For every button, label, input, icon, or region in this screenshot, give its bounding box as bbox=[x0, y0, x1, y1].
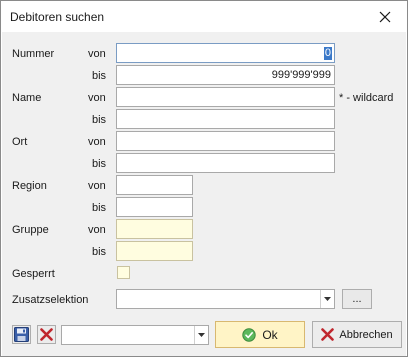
nummer-von-input[interactable]: 0 bbox=[116, 43, 335, 63]
ort-bis-input[interactable] bbox=[116, 153, 335, 173]
region-von-input[interactable] bbox=[116, 175, 193, 195]
label-ort-bis: bis bbox=[92, 158, 107, 170]
gruppe-von-input[interactable] bbox=[116, 219, 193, 239]
close-button[interactable] bbox=[363, 1, 407, 32]
region-bis-input[interactable] bbox=[116, 197, 193, 217]
wildcard-hint: * - wildcard bbox=[339, 92, 394, 104]
label-gruppe-bis: bis bbox=[92, 246, 107, 258]
bottom-combo[interactable] bbox=[61, 325, 209, 345]
label-region-bis: bis bbox=[92, 202, 107, 214]
label-zusatzselektion: Zusatzselektion bbox=[12, 294, 89, 306]
delete-icon bbox=[40, 328, 53, 341]
cancel-x-icon bbox=[321, 328, 335, 341]
name-bis-input[interactable] bbox=[116, 109, 335, 129]
label-nummer: Nummer bbox=[12, 48, 55, 60]
label-name-von: von bbox=[88, 92, 106, 104]
gruppe-bis-input[interactable] bbox=[116, 241, 193, 261]
nummer-bis-input[interactable] bbox=[116, 65, 335, 85]
dropdown-arrow-icon bbox=[198, 333, 205, 337]
label-ort-von: von bbox=[88, 136, 106, 148]
label-gesperrt: Gesperrt bbox=[12, 268, 55, 280]
label-region-von: von bbox=[88, 180, 106, 192]
bottom-combo-dropdown-button[interactable] bbox=[194, 326, 208, 344]
browse-button-label: ... bbox=[352, 293, 362, 305]
title-bar: Debitoren suchen bbox=[1, 1, 407, 32]
window-title: Debitoren suchen bbox=[10, 10, 105, 24]
save-icon bbox=[14, 327, 29, 342]
zusatzselektion-combo[interactable] bbox=[116, 289, 335, 309]
ok-button[interactable]: Ok bbox=[215, 321, 305, 348]
nummer-von-value: 0 bbox=[323, 47, 332, 60]
delete-button[interactable] bbox=[37, 325, 56, 344]
zusatzselektion-dropdown-button[interactable] bbox=[320, 290, 334, 308]
label-nummer-von: von bbox=[88, 48, 106, 60]
label-region: Region bbox=[12, 180, 47, 192]
name-von-input[interactable] bbox=[116, 87, 335, 107]
ok-check-icon bbox=[242, 327, 257, 342]
save-button[interactable] bbox=[12, 325, 31, 344]
label-gruppe: Gruppe bbox=[12, 224, 49, 236]
cancel-button[interactable]: Abbrechen bbox=[312, 321, 402, 348]
search-dialog: Debitoren suchen Nummer von 0 bis Name v… bbox=[0, 0, 408, 357]
close-icon bbox=[379, 11, 391, 22]
ok-button-label: Ok bbox=[262, 327, 278, 342]
dialog-body: Nummer von 0 bis Name von * - wildcard b… bbox=[2, 32, 406, 356]
label-name-bis: bis bbox=[92, 114, 107, 126]
gesperrt-checkbox[interactable] bbox=[117, 266, 130, 279]
ort-von-input[interactable] bbox=[116, 131, 335, 151]
label-nummer-bis: bis bbox=[92, 70, 107, 82]
label-gruppe-von: von bbox=[88, 224, 106, 236]
browse-button[interactable]: ... bbox=[342, 289, 372, 309]
cancel-button-label: Abbrechen bbox=[339, 328, 393, 341]
label-ort: Ort bbox=[12, 136, 28, 148]
dropdown-arrow-icon bbox=[324, 297, 331, 301]
label-name: Name bbox=[12, 92, 42, 104]
